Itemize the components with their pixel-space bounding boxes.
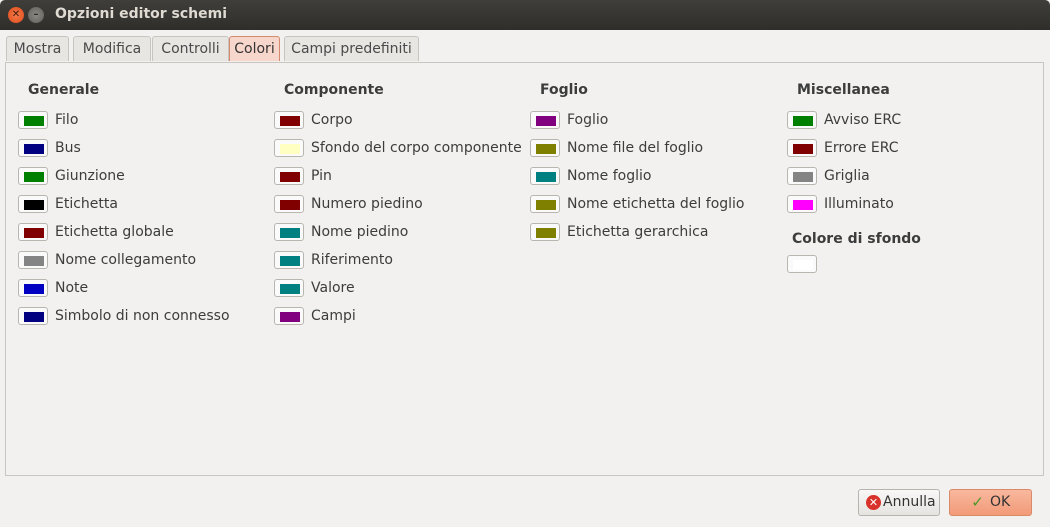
- color-swatch[interactable]: [530, 139, 560, 157]
- color-label: Avviso ERC: [824, 112, 902, 128]
- color-fill: [24, 228, 44, 238]
- color-fill: [24, 144, 44, 154]
- color-label: Griglia: [824, 168, 870, 184]
- color-swatch[interactable]: [274, 251, 304, 269]
- color-label: Illuminato: [824, 196, 894, 212]
- color-label: Valore: [311, 280, 355, 296]
- minimize-icon[interactable]: –: [28, 7, 44, 23]
- color-fill: [793, 144, 813, 154]
- ok-button[interactable]: ✓ OK: [949, 489, 1032, 516]
- color-label: Riferimento: [311, 252, 393, 268]
- color-swatch[interactable]: [530, 167, 560, 185]
- color-fill: [280, 256, 300, 266]
- color-label: Bus: [55, 140, 81, 156]
- color-fill: [793, 172, 813, 182]
- tab-mostra[interactable]: Mostra: [6, 36, 69, 61]
- color-swatch[interactable]: [787, 139, 817, 157]
- color-label: Nome piedino: [311, 224, 409, 240]
- color-swatch[interactable]: [530, 195, 560, 213]
- cancel-icon: ✕: [866, 495, 881, 510]
- color-swatch[interactable]: [18, 223, 48, 241]
- section-title: Foglio: [540, 82, 588, 98]
- section-title: Miscellanea: [797, 82, 890, 98]
- color-label: Nome foglio: [567, 168, 652, 184]
- color-label: Nome collegamento: [55, 252, 197, 268]
- close-icon[interactable]: ✕: [8, 7, 24, 23]
- color-label: Etichetta: [55, 196, 118, 212]
- color-fill: [280, 116, 300, 126]
- color-fill: [24, 284, 44, 294]
- color-swatch[interactable]: [274, 167, 304, 185]
- color-fill: [24, 172, 44, 182]
- background-color-swatch[interactable]: [787, 255, 817, 273]
- tab-controlli[interactable]: Controlli: [152, 36, 229, 61]
- color-label: Nome file del foglio: [567, 140, 704, 156]
- color-label: Campi: [311, 308, 356, 324]
- color-fill: [24, 312, 44, 322]
- color-swatch[interactable]: [787, 167, 817, 185]
- color-swatch[interactable]: [18, 279, 48, 297]
- section-title: Generale: [28, 82, 100, 98]
- color-swatch[interactable]: [274, 223, 304, 241]
- color-label: Pin: [311, 168, 332, 184]
- color-swatch[interactable]: [787, 195, 817, 213]
- checkmark-icon: ✓: [971, 493, 984, 511]
- color-swatch[interactable]: [530, 111, 560, 129]
- color-label: Filo: [55, 112, 79, 128]
- color-fill: [280, 200, 300, 210]
- color-swatch[interactable]: [274, 139, 304, 157]
- background-color-title: Colore di sfondo: [792, 231, 921, 247]
- color-fill: [793, 116, 813, 126]
- color-fill: [280, 144, 300, 154]
- color-fill: [536, 144, 556, 154]
- color-fill: [24, 256, 44, 266]
- color-fill: [536, 172, 556, 182]
- tab-campi-predefiniti[interactable]: Campi predefiniti: [284, 36, 419, 61]
- color-swatch[interactable]: [274, 279, 304, 297]
- color-swatch[interactable]: [18, 195, 48, 213]
- color-label: Nome etichetta del foglio: [567, 196, 745, 212]
- color-label: Etichetta globale: [55, 224, 174, 240]
- color-swatch[interactable]: [274, 307, 304, 325]
- color-label: Errore ERC: [824, 140, 899, 156]
- color-label: Sfondo del corpo componente: [311, 140, 522, 156]
- color-label: Note: [55, 280, 89, 296]
- color-swatch[interactable]: [787, 111, 817, 129]
- color-label: Etichetta gerarchica: [567, 224, 709, 240]
- color-swatch[interactable]: [530, 223, 560, 241]
- color-label: Foglio: [567, 112, 609, 128]
- tab-modifica[interactable]: Modifica: [73, 36, 151, 61]
- cancel-button[interactable]: ✕ Annulla: [858, 489, 940, 516]
- color-swatch[interactable]: [274, 195, 304, 213]
- section-title: Componente: [284, 82, 384, 98]
- color-swatch[interactable]: [18, 307, 48, 325]
- color-fill: [536, 116, 556, 126]
- color-fill: [280, 172, 300, 182]
- color-fill: [24, 116, 44, 126]
- color-label: Corpo: [311, 112, 353, 128]
- color-label: Simbolo di non connesso: [55, 308, 230, 324]
- color-fill: [793, 200, 813, 210]
- color-fill: [280, 284, 300, 294]
- title-bar: ✕ – Opzioni editor schemi: [0, 0, 1050, 30]
- color-fill: [280, 228, 300, 238]
- color-fill: [24, 200, 44, 210]
- color-swatch[interactable]: [18, 111, 48, 129]
- color-fill: [536, 228, 556, 238]
- color-swatch[interactable]: [18, 251, 48, 269]
- tab-colori[interactable]: Colori: [229, 36, 280, 61]
- color-swatch[interactable]: [274, 111, 304, 129]
- color-fill: [280, 312, 300, 322]
- color-fill: [536, 200, 556, 210]
- colors-panel: Generale Filo Bus Giunzione Etichetta Etiche…: [5, 62, 1044, 476]
- color-label: Giunzione: [55, 168, 125, 184]
- color-label: Numero piedino: [311, 196, 423, 212]
- window-title: Opzioni editor schemi: [55, 6, 228, 22]
- color-swatch[interactable]: [18, 139, 48, 157]
- color-swatch[interactable]: [18, 167, 48, 185]
